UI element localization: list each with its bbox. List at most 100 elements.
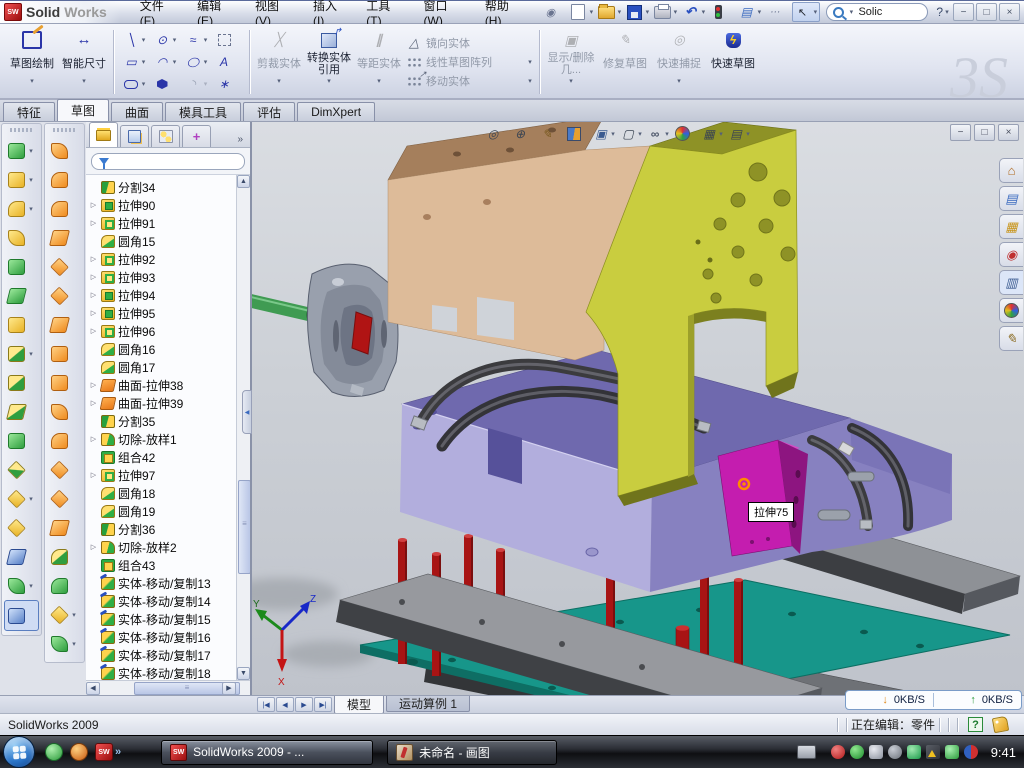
scroll-right-button[interactable]: ▶ [222, 682, 236, 695]
command-button[interactable]: ✎ 修复草图 ▾ [598, 26, 652, 98]
command-button[interactable]: ╳ 剪裁实体 ▾ [254, 26, 304, 98]
toolbar-button[interactable]: ▾ [45, 368, 84, 397]
task-pane-button[interactable]: ▤ [999, 186, 1023, 211]
tray-antivirus-icon[interactable] [831, 745, 845, 759]
tree-item[interactable]: ▷ 实体-移动/复制17 [89, 646, 236, 664]
view-toolbar-button[interactable]: ▾ [484, 124, 510, 144]
tree-item[interactable]: ▷ 圆角17 [89, 358, 236, 376]
task-pane-button[interactable]: ⌂ [999, 158, 1023, 183]
command-button[interactable]: △ 镜向实体 ▾ [406, 35, 534, 51]
toolbar-button[interactable]: ▾ [2, 397, 41, 426]
view-toolbar-button[interactable]: ▾ [619, 124, 645, 144]
view-toolbar-button[interactable]: ▾ [727, 124, 753, 144]
help-button[interactable]: ? [936, 5, 943, 19]
toolbar-button[interactable]: ▾ [45, 136, 84, 165]
dimxpertmanager-tab[interactable]: + [182, 125, 211, 147]
command-button[interactable]: 转换实体引用 ▾ [304, 26, 354, 98]
toolbar-button[interactable]: ▾ [45, 542, 84, 571]
toolbar-button[interactable]: ▾ [2, 194, 41, 223]
select-tool-button[interactable]: ↖ ▾ [792, 2, 820, 22]
messenger-icon[interactable] [45, 743, 63, 761]
view-toolbar-button[interactable]: ▾ [565, 124, 591, 144]
tray-shield-icon[interactable] [850, 745, 864, 759]
tree-filter-input[interactable] [91, 153, 245, 170]
toolbar-button[interactable]: ▾ [45, 310, 84, 339]
taskbar-button-solidworks[interactable]: SW SolidWorks 2009 - ... [161, 740, 373, 765]
toolbar-button[interactable]: ▾ [2, 513, 41, 542]
tree-item[interactable]: ▷ 分割36 [89, 520, 236, 538]
command-button[interactable]: ↔ 智能尺寸 ▾ [58, 26, 110, 98]
tray-volume-icon[interactable] [888, 745, 902, 759]
expand-arrow-icon[interactable]: ▷ [89, 399, 98, 407]
toolbar-button[interactable]: ▾ [45, 600, 84, 629]
tray-network-warning-icon[interactable] [926, 745, 940, 759]
close-button[interactable]: × [999, 3, 1020, 21]
quick-launch-overflow[interactable]: » [115, 746, 121, 758]
sketch-entity-button[interactable]: ▾ [151, 73, 182, 95]
toolbar-button[interactable]: ◉ ▾ [540, 2, 568, 22]
last-tab-button[interactable]: ▶| [314, 697, 332, 712]
model-tab[interactable]: 运动算例 1 [386, 696, 470, 712]
model-canvas[interactable]: Y Z X [252, 122, 1024, 695]
expand-arrow-icon[interactable]: ▷ [89, 273, 98, 281]
toolbar-button[interactable]: ▾ [2, 223, 41, 252]
toolbar-button[interactable]: ▾ [2, 310, 41, 339]
tree-item[interactable]: ▷ 拉伸97 [89, 466, 236, 484]
sketch-entity-button[interactable]: ∗ ▾ [213, 73, 244, 95]
tree-item[interactable]: ▷ 实体-移动/复制15 [89, 610, 236, 628]
model-clamp-part[interactable] [307, 264, 398, 396]
tree-item[interactable]: ▷ 拉伸95 [89, 304, 236, 322]
expand-arrow-icon[interactable]: ▷ [89, 327, 98, 335]
tree-item[interactable]: ▷ 切除-放样2 [89, 538, 236, 556]
sketch-entity-button[interactable]: ⊙ ▾ [151, 29, 182, 51]
sketch-entity-button[interactable]: ▾ [120, 73, 151, 95]
minimize-button[interactable]: − [953, 3, 974, 21]
model-guide-pin[interactable] [848, 472, 874, 481]
tree-item[interactable]: ▷ 拉伸96 [89, 322, 236, 340]
ribbon-tab[interactable]: DimXpert [297, 102, 375, 121]
task-pane-button[interactable]: ✎ [999, 326, 1023, 351]
toolbar-button[interactable]: ▾ [652, 2, 680, 22]
tree-item[interactable]: ▷ 分割34 [89, 178, 236, 196]
toolbar-button[interactable]: ▾ [45, 252, 84, 281]
panel-collapse-button[interactable]: ◀ [242, 390, 252, 434]
tree-item[interactable]: ▷ 组合43 [89, 556, 236, 574]
expand-arrow-icon[interactable]: ▷ [89, 201, 98, 209]
expand-arrow-icon[interactable]: ▷ [89, 291, 98, 299]
ribbon-tab[interactable]: 曲面 [111, 102, 163, 121]
model-insert-block[interactable] [718, 440, 808, 556]
doc-restore-button[interactable]: □ [974, 124, 995, 141]
tag-icon[interactable] [992, 716, 1009, 733]
prev-tab-button[interactable]: ◀ [276, 697, 294, 712]
sketch-entity-button[interactable]: ≈ ▾ [182, 29, 213, 51]
toolbar-button[interactable]: ▾ [624, 2, 652, 22]
scroll-down-button[interactable]: ▼ [237, 667, 250, 680]
toolbar-button[interactable]: ▾ [2, 252, 41, 281]
sketch-entity-button[interactable]: ◠ ▾ [151, 51, 182, 73]
command-button[interactable]: ϟ 快速草图 ▾ [706, 26, 760, 98]
toolbar-button[interactable]: ↶ ▾ [680, 2, 708, 22]
toolbar-button[interactable]: ▾ [708, 2, 736, 22]
view-toolbar-button[interactable]: ▾ [673, 124, 699, 144]
task-pane-button[interactable]: ▥ [999, 270, 1023, 295]
search-box[interactable]: ▾ Solic [826, 3, 928, 21]
tray-health-icon[interactable] [945, 745, 959, 759]
tree-item[interactable]: ▷ 拉伸93 [89, 268, 236, 286]
expand-arrow-icon[interactable]: ▷ [89, 381, 98, 389]
tree-item[interactable]: ▷ 实体-移动/复制16 [89, 628, 236, 646]
tree-item[interactable]: ▷ 分割35 [89, 412, 236, 430]
sketch-entity-button[interactable]: ◯ ▾ [182, 51, 213, 73]
search-input[interactable]: Solic [858, 6, 882, 18]
tree-item[interactable]: ▷ 曲面-拉伸39 [89, 394, 236, 412]
keyboard-layout-icon[interactable] [797, 745, 816, 759]
tree-item[interactable]: ▷ 拉伸94 [89, 286, 236, 304]
toolbar-button[interactable]: ▾ [45, 426, 84, 455]
expand-arrow-icon[interactable]: ▷ [89, 255, 98, 263]
view-toolbar-button[interactable]: ▾ [511, 124, 537, 144]
tray-sync-icon[interactable] [907, 745, 921, 759]
tree-item[interactable]: ▷ 实体-移动/复制13 [89, 574, 236, 592]
featuremanager-tab[interactable] [89, 122, 118, 147]
tree-item[interactable]: ▷ 实体-移动/复制14 [89, 592, 236, 610]
toolbar-button[interactable]: ▾ [45, 513, 84, 542]
task-pane-button[interactable] [999, 298, 1023, 323]
